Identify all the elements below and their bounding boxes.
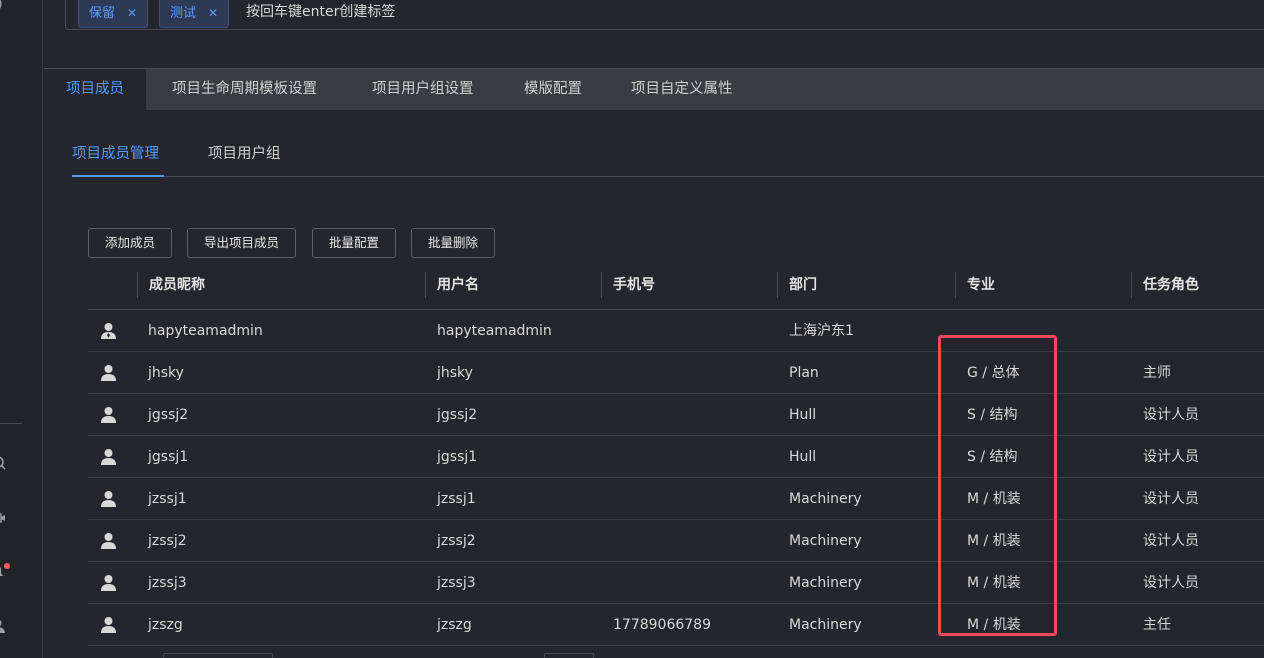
cell-department: Machinery [789, 575, 862, 591]
user-icon [100, 406, 117, 423]
cell-department: Machinery [789, 617, 862, 633]
table-row[interactable]: jhsky jhsky Plan G / 总体 主师 [88, 352, 1264, 394]
cell-nickname: jhsky [148, 365, 184, 381]
table-row[interactable]: jgssj2 jgssj2 Hull S / 结构 设计人员 [88, 394, 1264, 436]
sub-tab-bar: 项目成员管理 项目用户组 [72, 142, 1264, 177]
table-row[interactable]: jgssj1 jgssj1 Hull S / 结构 设计人员 [88, 436, 1264, 478]
cell-department: Plan [789, 365, 819, 381]
cell-task-role: 主师 [1143, 365, 1171, 381]
cell-nickname: jgssj1 [148, 449, 189, 465]
cell-username: jzssj3 [437, 575, 476, 591]
tag-chip[interactable]: 保留 ✕ [78, 0, 149, 28]
search-icon[interactable] [0, 455, 12, 471]
tag-chip[interactable]: 测试 ✕ [159, 0, 230, 28]
header-department[interactable]: 部门 [777, 272, 817, 298]
left-nav-rail [0, 0, 43, 658]
table-header: 成员昵称 用户名 手机号 部门 专业 任务角色 [88, 262, 1264, 310]
video-icon[interactable] [0, 510, 12, 526]
cell-department: 上海沪东1 [789, 323, 854, 339]
close-icon[interactable]: ✕ [208, 6, 218, 20]
user-icon [100, 364, 117, 381]
cell-nickname: jgssj2 [148, 407, 189, 423]
batch-delete-button[interactable]: 批量删除 [411, 228, 496, 258]
table-row[interactable]: jzszg jzszg 17789066789 Machinery M / 机装 主任 [88, 604, 1264, 646]
profile-icon[interactable] [0, 618, 12, 634]
cell-major: M / 机装 [967, 491, 1021, 507]
close-icon[interactable]: ✕ [127, 6, 137, 20]
tab-template-config[interactable]: 模版配置 [502, 69, 604, 110]
page-size-control[interactable] [544, 653, 594, 658]
table-row[interactable]: jzssj2 jzssj2 Machinery M / 机装 设计人员 [88, 520, 1264, 562]
primary-tab-bar: 项目成员 项目生命周期模板设置 项目用户组设置 模版配置 项目自定义属性 [44, 68, 1264, 110]
pagination-control[interactable] [163, 653, 273, 658]
cell-task-role: 设计人员 [1143, 575, 1199, 591]
cell-department: Hull [789, 449, 817, 465]
cell-nickname: jzssj1 [148, 491, 187, 507]
cell-nickname: jzssj3 [148, 575, 187, 591]
cell-task-role: 设计人员 [1143, 407, 1199, 423]
header-task-role[interactable]: 任务角色 [1131, 272, 1199, 298]
tab-custom-attributes[interactable]: 项目自定义属性 [609, 69, 755, 110]
user-icon [100, 574, 117, 591]
notification-dot [4, 563, 10, 569]
user-icon [100, 616, 117, 633]
cell-task-role: 主任 [1143, 617, 1171, 633]
header-nickname[interactable]: 成员昵称 [137, 272, 205, 298]
user-icon [100, 490, 117, 507]
cell-username: jhsky [437, 365, 473, 381]
tab-project-members[interactable]: 项目成员 [44, 69, 146, 110]
tab-user-group-settings[interactable]: 项目用户组设置 [350, 69, 496, 110]
cell-department: Machinery [789, 533, 862, 549]
cell-major: M / 机装 [967, 617, 1021, 633]
subtab-user-group[interactable]: 项目用户组 [208, 142, 281, 177]
cell-nickname: jzssj2 [148, 533, 187, 549]
cell-department: Hull [789, 407, 817, 423]
table-row[interactable]: jzssj3 jzssj3 Machinery M / 机装 设计人员 [88, 562, 1264, 604]
cell-phone: 17789066789 [613, 617, 711, 633]
batch-config-button[interactable]: 批量配置 [312, 228, 397, 258]
cell-username: hapyteamadmin [437, 323, 552, 339]
cell-task-role: 设计人员 [1143, 449, 1199, 465]
subtab-member-management[interactable]: 项目成员管理 [72, 142, 164, 177]
cell-major: M / 机装 [967, 575, 1021, 591]
header-phone[interactable]: 手机号 [601, 272, 655, 298]
export-members-button[interactable]: 导出项目成员 [187, 228, 297, 258]
cell-department: Machinery [789, 491, 862, 507]
tag-label: 保留 [89, 6, 116, 21]
members-table: 成员昵称 用户名 手机号 部门 专业 任务角色 hapyteamadmin hap… [88, 262, 1264, 646]
header-username[interactable]: 用户名 [425, 272, 479, 298]
add-member-button[interactable]: 添加成员 [88, 228, 173, 258]
cell-task-role: 设计人员 [1143, 491, 1199, 507]
user-icon [100, 532, 117, 549]
cell-username: jzszg [437, 617, 472, 633]
tag-input-box[interactable]: 保留 ✕ 测试 ✕ [65, 0, 1264, 30]
cell-username: jgssj1 [437, 449, 478, 465]
cell-nickname: hapyteamadmin [148, 323, 263, 339]
cell-username: jzssj1 [437, 491, 476, 507]
cell-major: S / 结构 [967, 449, 1018, 465]
signal-icon[interactable] [0, 0, 12, 12]
cell-major: G / 总体 [967, 365, 1020, 381]
cell-task-role: 设计人员 [1143, 533, 1199, 549]
cell-major: M / 机装 [967, 533, 1021, 549]
cell-username: jgssj2 [437, 407, 478, 423]
cell-major: S / 结构 [967, 407, 1018, 423]
tab-lifecycle-template[interactable]: 项目生命周期模板设置 [150, 69, 339, 110]
user-icon [100, 448, 117, 465]
tag-create-input[interactable] [246, 0, 746, 24]
table-row[interactable]: jzssj1 jzssj1 Machinery M / 机装 设计人员 [88, 478, 1264, 520]
table-body: hapyteamadmin hapyteamadmin 上海沪东1 jhsky jhsk… [88, 310, 1264, 646]
cell-nickname: jzszg [148, 617, 183, 633]
tag-label: 测试 [170, 6, 197, 21]
rail-divider [0, 423, 22, 424]
admin-user-icon [100, 322, 117, 339]
cell-username: jzssj2 [437, 533, 476, 549]
table-row[interactable]: hapyteamadmin hapyteamadmin 上海沪东1 [88, 310, 1264, 352]
header-major[interactable]: 专业 [955, 272, 995, 298]
